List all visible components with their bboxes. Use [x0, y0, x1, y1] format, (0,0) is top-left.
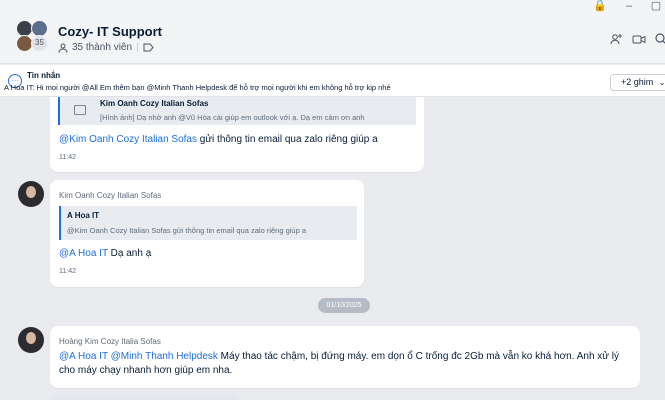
quote-author: A Hoa IT [67, 211, 100, 220]
quote-text: @Kim Oanh Cozy Italian Sofas gửi thông t… [67, 226, 307, 235]
window-title-bar: 🔒 – ▢ [0, 0, 665, 14]
sender-name[interactable]: Kim Oanh Cozy Italian Sofas [59, 191, 161, 200]
image-icon [74, 105, 86, 115]
more-pins-button[interactable]: +2 ghim ⌄ [610, 74, 665, 91]
message-text: @A Hoa IT @Minh Thanh Helpdesk Máy thao … [59, 350, 629, 378]
message-bubble[interactable]: Kim Oanh Cozy Italian Sofas [Hình ảnh] D… [50, 97, 424, 172]
mention-link[interactable]: @Kim Oanh Cozy Italian Sofas [59, 134, 197, 145]
message-bubble[interactable] [50, 393, 240, 400]
group-avatar[interactable]: 35 [16, 20, 52, 56]
members-line[interactable]: 35 thành viên | [58, 42, 154, 53]
message-list[interactable]: Kim Oanh Cozy Italian Sofas [Hình ảnh] D… [0, 97, 665, 400]
sender-name[interactable]: Hoàng Kim Cozy Italia Sofas [59, 337, 161, 346]
message-body: gửi thông tin email qua zalo riêng giúp … [197, 134, 378, 145]
message-bubble[interactable]: Hoàng Kim Cozy Italia Sofas @A Hoa IT @M… [50, 326, 640, 388]
group-title[interactable]: Cozy- IT Support [58, 24, 162, 39]
video-call-icon[interactable] [632, 32, 646, 46]
avatar[interactable] [18, 327, 44, 353]
message-text: @Kim Oanh Cozy Italian Sofas gửi thông t… [59, 133, 378, 147]
member-count-badge: 35 [31, 35, 48, 52]
pinned-message-bar[interactable]: … Tin nhắn A Hoa IT: Hi mọi người @All E… [0, 65, 665, 97]
divider: | [136, 42, 139, 53]
quoted-message[interactable]: Kim Oanh Cozy Italian Sofas [Hình ảnh] D… [58, 97, 416, 125]
mention-link[interactable]: @A Hoa IT [59, 248, 108, 259]
restore-button[interactable]: ▢ [648, 0, 664, 14]
lock-icon[interactable]: 🔒 [592, 0, 608, 14]
chat-header: 35 Cozy- IT Support 35 thành viên | [0, 14, 665, 64]
quote-text: [Hình ảnh] Dạ nhờ anh @Vũ Hòa cài giúp e… [100, 113, 365, 122]
pinned-label: Tin nhắn [27, 71, 61, 80]
quoted-message[interactable]: A Hoa IT @Kim Oanh Cozy Italian Sofas gử… [59, 206, 357, 240]
pinned-text[interactable]: A Hoa IT: Hi mọi người @All Em thêm bạn … [4, 83, 391, 92]
message-body: Dạ anh ạ [107, 248, 152, 259]
quote-author: Kim Oanh Cozy Italian Sofas [100, 99, 209, 108]
mention-link[interactable]: @A Hoa IT @Minh Thanh Helpdesk [59, 351, 218, 362]
message-time: 11:42 [59, 154, 76, 161]
member-count: 35 thành viên [72, 42, 133, 53]
message-text: @A Hoa IT Dạ anh ạ [59, 247, 151, 261]
add-member-icon[interactable] [609, 32, 623, 46]
more-pins-label: +2 ghim [621, 77, 654, 87]
avatar[interactable] [18, 181, 44, 207]
date-divider: 01/10/2025 [318, 298, 370, 313]
tag-icon[interactable] [143, 43, 154, 52]
search-icon[interactable] [654, 32, 665, 46]
message-time: 11:42 [59, 268, 76, 275]
person-icon [58, 43, 68, 53]
minimize-button[interactable]: – [621, 0, 637, 14]
message-bubble[interactable]: Kim Oanh Cozy Italian Sofas A Hoa IT @Ki… [50, 180, 364, 287]
chevron-down-icon: ⌄ [658, 78, 665, 87]
